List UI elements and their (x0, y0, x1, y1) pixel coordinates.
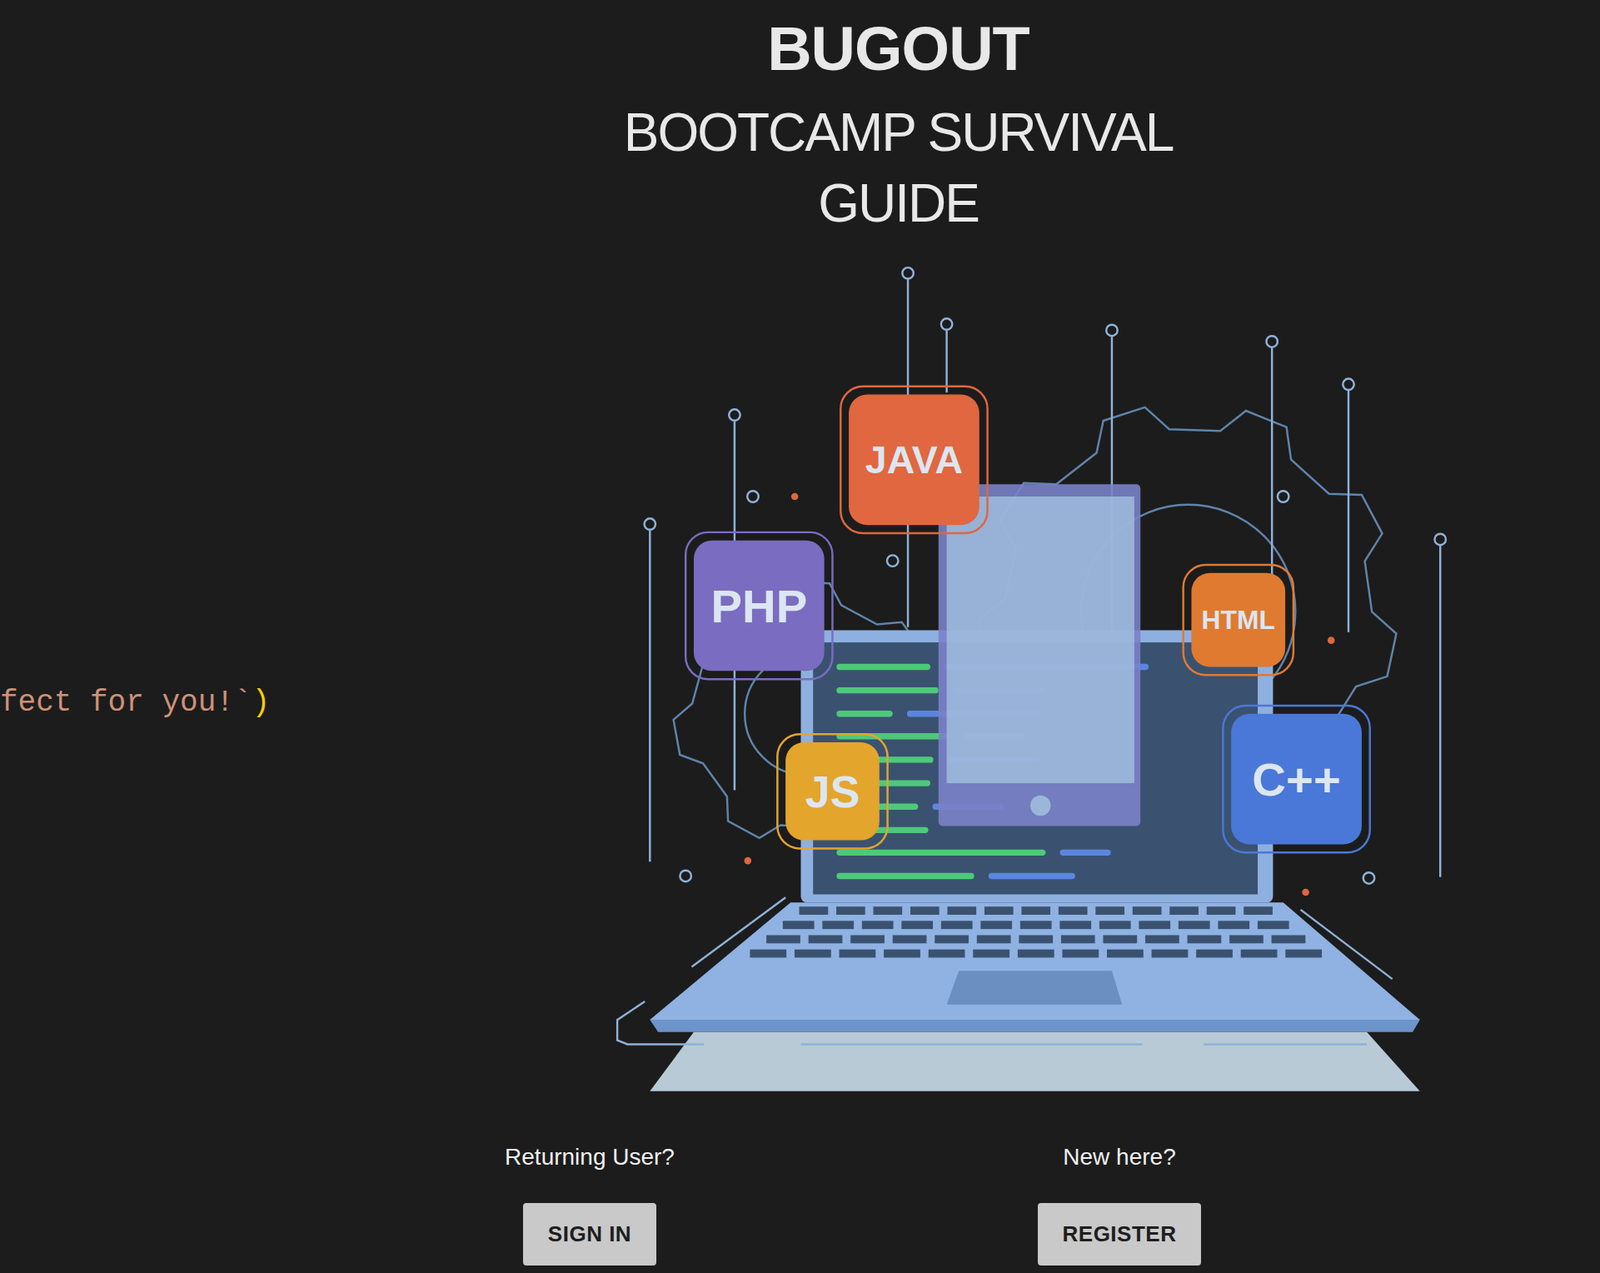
svg-text:JS: JS (805, 766, 861, 817)
language-badge: C++ (1222, 705, 1370, 853)
language-badge: JS (777, 733, 888, 848)
laptop-illustration: JAVA PHP JS HTML C++ (612, 264, 1449, 1097)
svg-text:HTML: HTML (1201, 604, 1276, 635)
register-button[interactable]: REGISTER (1037, 1202, 1202, 1266)
language-badge: HTML (1183, 564, 1294, 675)
language-badge: PHP (685, 532, 833, 679)
landing-page: fect for you!`) BUGOUT BOOTCAMP SURVIVAL G… (0, 0, 1600, 1273)
sign-in-button[interactable]: SIGN IN (523, 1202, 657, 1266)
auth-prompt: New here? (1062, 1141, 1176, 1172)
app-subtitle: BOOTCAMP SURVIVAL GUIDE (607, 97, 1191, 240)
svg-text:JAVA: JAVA (865, 438, 963, 482)
app-title: BUGOUT (767, 18, 1030, 80)
auth-option: Returning User? SIGN IN (464, 1141, 715, 1266)
language-badge: JAVA (840, 386, 987, 534)
svg-text:PHP: PHP (710, 579, 808, 633)
auth-option: New here? REGISTER (994, 1141, 1245, 1266)
auth-prompt: Returning User? (504, 1141, 675, 1172)
code-snippet: fect for you!`) (0, 684, 270, 722)
svg-text:C++: C++ (1251, 752, 1341, 806)
